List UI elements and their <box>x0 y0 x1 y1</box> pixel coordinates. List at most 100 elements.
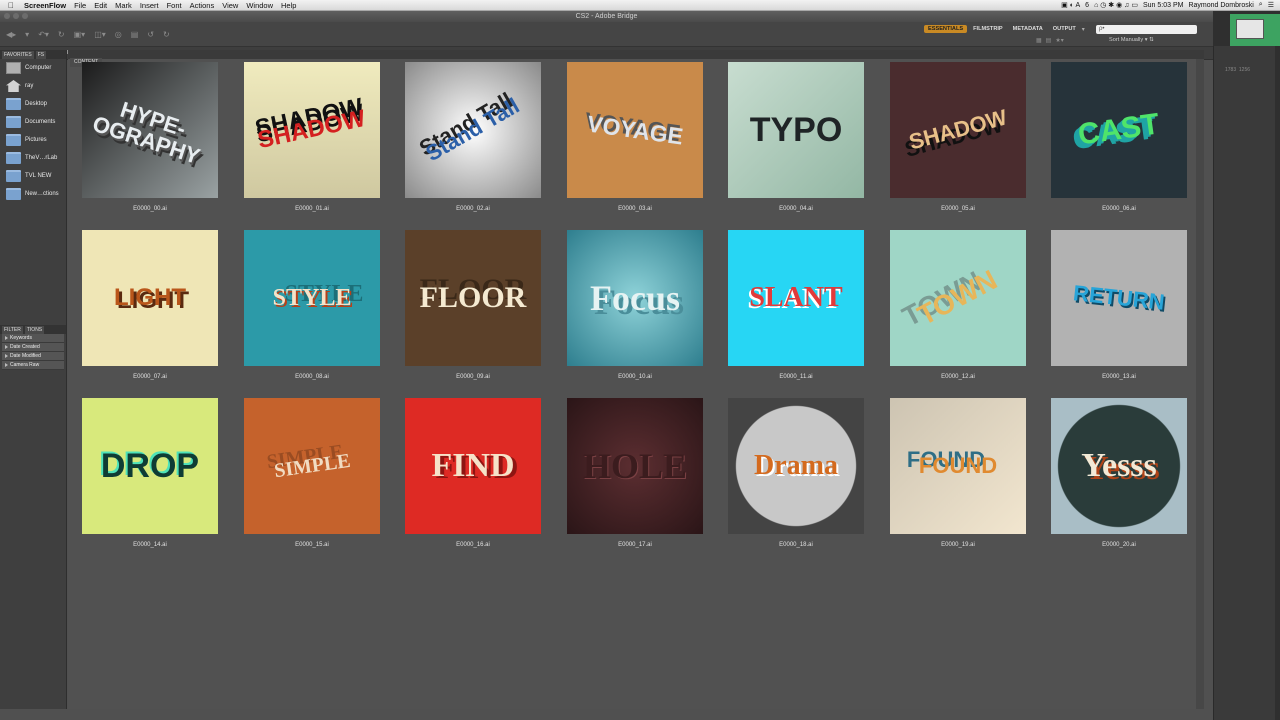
status-icons-2[interactable]: ⌂ ◷ ✱ ◉ ♫ ▭ <box>1094 1 1138 9</box>
rotate-icon[interactable]: ↻ <box>58 30 65 39</box>
thumbnail-e0000_00[interactable]: HYPE- OGRAPHY <box>82 62 218 198</box>
thumbnail-e0000_03[interactable]: VOYAGE <box>567 62 703 198</box>
favorite-item[interactable]: Desktop <box>0 95 66 113</box>
thumbnail-e0000_15[interactable]: SIMPLE <box>244 398 380 534</box>
search-input[interactable]: ρ• <box>1096 25 1197 34</box>
thumbnail-filename[interactable]: E0000_20.ai <box>1051 542 1187 548</box>
thumbnail-e0000_04[interactable]: TYPO <box>728 62 864 198</box>
thumbnail-e0000_20[interactable]: Yesss <box>1051 398 1187 534</box>
user-name[interactable]: Raymond Dombroski <box>1188 2 1253 9</box>
thumbnail-e0000_14[interactable]: DROP <box>82 398 218 534</box>
thumbnail-filename[interactable]: E0000_12.ai <box>890 374 1026 380</box>
thumbnail-e0000_10[interactable]: Focus <box>567 230 703 366</box>
back-icon[interactable]: ◀▸ <box>6 30 16 39</box>
thumbnail-filename[interactable]: E0000_11.ai <box>728 374 864 380</box>
thumbnail-e0000_12[interactable]: TOWN <box>890 230 1026 366</box>
favorite-item[interactable]: TVL NEW <box>0 167 66 185</box>
favorite-item[interactable]: Computer <box>0 59 66 77</box>
thumbnail-filename[interactable]: E0000_03.ai <box>567 206 703 212</box>
menu-edit[interactable]: Edit <box>94 1 107 10</box>
scrollbar[interactable] <box>1196 59 1204 709</box>
grid-view-icon[interactable]: ▦ <box>1036 37 1042 44</box>
workspace-output[interactable]: OUTPUT <box>1049 25 1080 33</box>
list-view-icon[interactable]: ▤ <box>1046 37 1052 44</box>
rotate-right-icon[interactable]: ↻ <box>163 30 170 39</box>
star-icon[interactable]: ★▾ <box>1055 37 1063 44</box>
workspace-essentials[interactable]: ESSENTIALS <box>924 25 968 33</box>
thumbnail-e0000_01[interactable]: SHADOW <box>244 62 380 198</box>
rotate-left-icon[interactable]: ↺ <box>147 30 154 39</box>
thumbnail-e0000_08[interactable]: STYLE <box>244 230 380 366</box>
workspace-chevron-icon[interactable]: ▾ <box>1082 26 1085 33</box>
thumbnail-filename[interactable]: E0000_18.ai <box>728 542 864 548</box>
thumbnail-filename[interactable]: E0000_02.ai <box>405 206 541 212</box>
thumbnail-e0000_17[interactable]: HOLE <box>567 398 703 534</box>
thumbnail-filename[interactable]: E0000_01.ai <box>244 206 380 212</box>
menu-insert[interactable]: Insert <box>140 1 159 10</box>
return-icon[interactable]: ↶▾ <box>38 30 49 39</box>
filter-row[interactable]: Keywords <box>2 334 64 343</box>
clock[interactable]: Sun 5:03 PM <box>1143 2 1183 9</box>
filter-row[interactable]: Date Created <box>2 343 64 352</box>
close-button[interactable] <box>4 13 10 19</box>
menu-window[interactable]: Window <box>246 1 273 10</box>
thumbnail-filename[interactable]: E0000_10.ai <box>567 374 703 380</box>
thumbnail-e0000_06[interactable]: CAST <box>1051 62 1187 198</box>
spotlight-icon[interactable]: ⌕ <box>1259 1 1263 9</box>
menu-view[interactable]: View <box>222 1 238 10</box>
sort-menu[interactable]: Sort Manually ▾ ⇅ <box>1109 37 1154 43</box>
thumbnail-e0000_19[interactable]: FOUND <box>890 398 1026 534</box>
thumbnail-e0000_16[interactable]: FIND <box>405 398 541 534</box>
favorite-item[interactable]: Documents <box>0 113 66 131</box>
menu-mark[interactable]: Mark <box>115 1 132 10</box>
thumbnail-filename[interactable]: E0000_14.ai <box>82 542 218 548</box>
favorite-item[interactable]: New…ctions <box>0 185 66 203</box>
zoom-button[interactable] <box>22 13 28 19</box>
thumbnail-filename[interactable]: E0000_15.ai <box>244 542 380 548</box>
notifications-icon[interactable]: ☰ <box>1268 1 1274 9</box>
tab-folders[interactable]: FS <box>35 50 47 59</box>
thumbnail-filename[interactable]: E0000_05.ai <box>890 206 1026 212</box>
filter-row[interactable]: Date Modified <box>2 352 64 361</box>
thumbnail-filename[interactable]: E0000_17.ai <box>567 542 703 548</box>
tab-favorites[interactable]: FAVORITES <box>2 50 34 59</box>
recent-folders-icon[interactable]: ▾ <box>25 30 29 39</box>
menu-help[interactable]: Help <box>281 1 296 10</box>
menu-screenflow[interactable]: ScreenFlow <box>24 1 66 10</box>
thumbnail-e0000_09[interactable]: FLOOR <box>405 230 541 366</box>
tab-collections[interactable]: TIONS <box>24 325 45 334</box>
thumbnail-filename[interactable]: E0000_06.ai <box>1051 206 1187 212</box>
apple-menu-icon[interactable]:  <box>8 1 18 10</box>
refine-icon[interactable]: ◫▾ <box>94 30 106 39</box>
filter-row[interactable]: Camera Raw <box>2 361 64 370</box>
thumbnail-filename[interactable]: E0000_07.ai <box>82 374 218 380</box>
tab-filter[interactable]: FILTER <box>2 325 23 334</box>
workspace-filmstrip[interactable]: FILMSTRIP <box>969 25 1007 33</box>
thumbnail-filename[interactable]: E0000_13.ai <box>1051 374 1187 380</box>
thumbnail-e0000_05[interactable]: SHADOW <box>890 62 1026 198</box>
favorite-item[interactable]: TheV…rLab <box>0 149 66 167</box>
thumbnail-filename[interactable]: E0000_09.ai <box>405 374 541 380</box>
thumbnail-filename[interactable]: E0000_00.ai <box>82 206 218 212</box>
menu-font[interactable]: Font <box>167 1 182 10</box>
thumbnail-filename[interactable]: E0000_08.ai <box>244 374 380 380</box>
thumbnail-e0000_02[interactable]: Stand Tall <box>405 62 541 198</box>
thumbnail-e0000_07[interactable]: LIGHT <box>82 230 218 366</box>
menu-actions[interactable]: Actions <box>190 1 215 10</box>
minimize-button[interactable] <box>13 13 19 19</box>
favorite-item[interactable]: ray <box>0 77 66 95</box>
thumbnail-e0000_13[interactable]: RETURN <box>1051 230 1187 366</box>
menu-file[interactable]: File <box>74 1 86 10</box>
camera-raw-icon[interactable]: ◎ <box>115 30 122 39</box>
status-icons[interactable]: ▣ ◐ A <box>1061 1 1080 9</box>
thumbnail-filename[interactable]: E0000_19.ai <box>890 542 1026 548</box>
thumbnail-e0000_11[interactable]: SLANT <box>728 230 864 366</box>
thumbnail-filename[interactable]: E0000_04.ai <box>728 206 864 212</box>
right-panel-values: 1783 1256 <box>1225 67 1251 73</box>
thumbnail-e0000_18[interactable]: Drama <box>728 398 864 534</box>
thumbnail-filename[interactable]: E0000_16.ai <box>405 542 541 548</box>
output-icon[interactable]: ▤ <box>131 30 139 39</box>
favorite-item[interactable]: Pictures <box>0 131 66 149</box>
workspace-metadata[interactable]: METADATA <box>1009 25 1047 33</box>
get-photos-icon[interactable]: ▣▾ <box>74 30 86 39</box>
